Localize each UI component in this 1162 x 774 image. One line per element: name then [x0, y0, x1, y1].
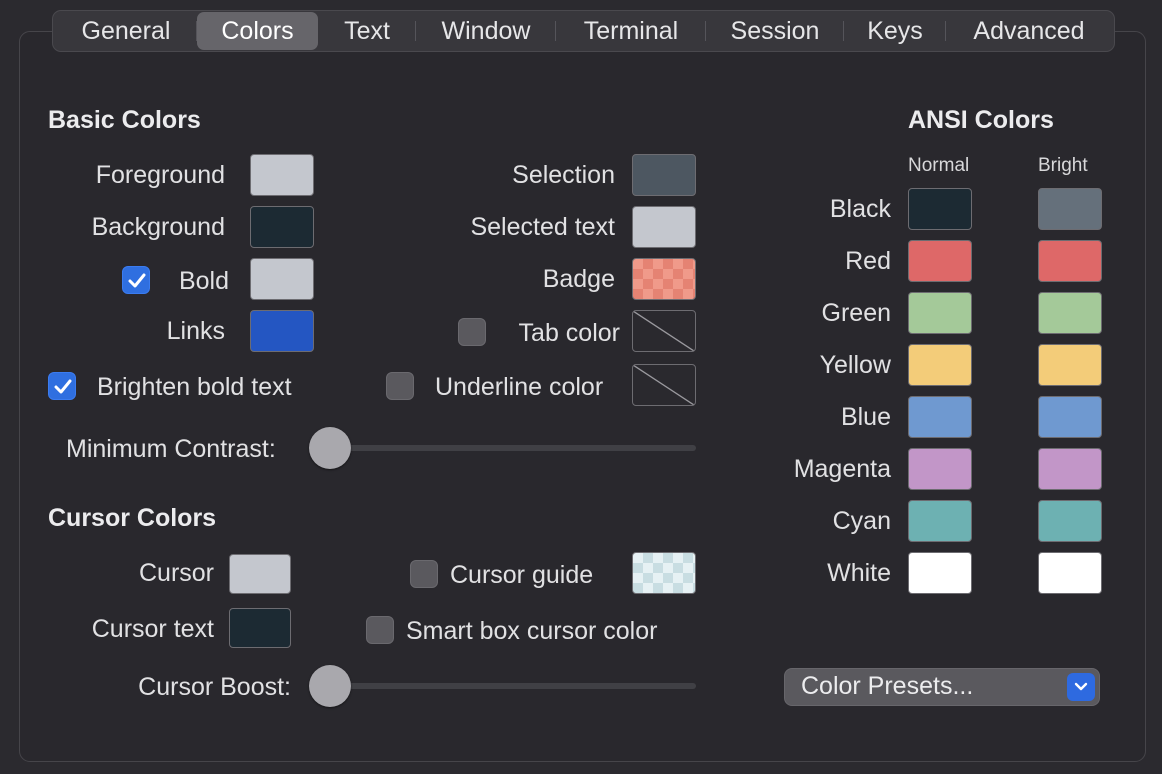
foreground-label: Foreground: [95, 161, 225, 189]
smart-box-cursor-label: Smart box cursor color: [406, 617, 658, 645]
color-presets-label: Color Presets...: [801, 672, 974, 700]
smart-box-cursor-checkbox[interactable]: [366, 616, 394, 644]
ansi-magenta-label: Magenta: [793, 455, 891, 483]
color-presets-popup[interactable]: Color Presets...: [784, 668, 1100, 706]
bold-label: Bold: [178, 267, 229, 295]
cursor-boost-knob[interactable]: [309, 665, 351, 707]
selected-text-color-well[interactable]: [632, 206, 696, 248]
ansi-green-label: Green: [821, 299, 891, 327]
ansi-normal-header: Normal: [908, 155, 970, 176]
ansi-cyan-bright-well[interactable]: [1038, 500, 1102, 542]
checkmark-icon: [128, 273, 146, 288]
brighten-bold-label: Brighten bold text: [97, 373, 292, 401]
bold-color-well[interactable]: [250, 258, 314, 300]
tab-colors[interactable]: Colors: [197, 12, 318, 50]
ansi-blue-bright-well[interactable]: [1038, 396, 1102, 438]
basic-colors-heading: Basic Colors: [48, 106, 201, 134]
badge-color-well[interactable]: [632, 258, 696, 300]
underline-color-checkbox[interactable]: [386, 372, 414, 400]
ansi-yellow-normal-well[interactable]: [908, 344, 972, 386]
foreground-color-well[interactable]: [250, 154, 314, 196]
ansi-blue-label: Blue: [840, 403, 891, 431]
brighten-bold-checkbox[interactable]: [48, 372, 76, 400]
ansi-red-bright-well[interactable]: [1038, 240, 1102, 282]
ansi-black-label: Black: [829, 195, 891, 223]
cursor-boost-label: Cursor Boost:: [138, 673, 291, 701]
cursor-text-color-well[interactable]: [229, 608, 291, 648]
cursor-guide-color-well[interactable]: [632, 552, 696, 594]
tab-color-label: Tab color: [518, 319, 620, 347]
cursor-boost-track[interactable]: [330, 683, 696, 689]
ansi-colors-heading: ANSI Colors: [908, 106, 1054, 134]
ansi-red-label: Red: [845, 247, 891, 275]
ansi-black-normal-well[interactable]: [908, 188, 972, 230]
ansi-white-label: White: [827, 559, 891, 587]
minimum-contrast-knob[interactable]: [309, 427, 351, 469]
cursor-color-well[interactable]: [229, 554, 291, 594]
tab-window[interactable]: Window: [416, 12, 556, 50]
ansi-cyan-normal-well[interactable]: [908, 500, 972, 542]
cursor-text-label: Cursor text: [91, 615, 214, 643]
tab-advanced[interactable]: Advanced: [946, 12, 1112, 50]
tab-keys[interactable]: Keys: [844, 12, 946, 50]
bold-checkbox[interactable]: [122, 266, 150, 294]
badge-label: Badge: [542, 265, 615, 293]
tab-color-well[interactable]: [632, 310, 696, 352]
no-color-icon: [633, 365, 695, 405]
minimum-contrast-track[interactable]: [330, 445, 696, 451]
tab-text[interactable]: Text: [318, 12, 416, 50]
background-label: Background: [91, 213, 225, 241]
background-color-well[interactable]: [250, 206, 314, 248]
ansi-green-bright-well[interactable]: [1038, 292, 1102, 334]
ansi-yellow-label: Yellow: [819, 351, 891, 379]
cursor-label: Cursor: [138, 559, 214, 587]
no-color-icon: [633, 311, 695, 351]
tab-general[interactable]: General: [55, 12, 197, 50]
tab-bar: General Colors Text Window Terminal Sess…: [52, 10, 1115, 52]
links-color-well[interactable]: [250, 310, 314, 352]
tab-terminal[interactable]: Terminal: [556, 12, 706, 50]
ansi-bright-header: Bright: [1038, 155, 1088, 176]
ansi-cyan-label: Cyan: [832, 507, 891, 535]
selected-text-label: Selected text: [470, 213, 615, 241]
cursor-guide-checkbox[interactable]: [410, 560, 438, 588]
ansi-red-normal-well[interactable]: [908, 240, 972, 282]
cursor-colors-heading: Cursor Colors: [48, 504, 217, 532]
selection-color-well[interactable]: [632, 154, 696, 196]
ansi-blue-normal-well[interactable]: [908, 396, 972, 438]
ansi-magenta-bright-well[interactable]: [1038, 448, 1102, 490]
cursor-guide-label: Cursor guide: [450, 561, 594, 589]
links-label: Links: [166, 317, 225, 345]
ansi-white-bright-well[interactable]: [1038, 552, 1102, 594]
chevron-down-icon: [1067, 673, 1095, 701]
ansi-magenta-normal-well[interactable]: [908, 448, 972, 490]
tab-session[interactable]: Session: [706, 12, 844, 50]
selection-label: Selection: [512, 161, 615, 189]
checkmark-icon: [54, 379, 72, 394]
ansi-yellow-bright-well[interactable]: [1038, 344, 1102, 386]
ansi-black-bright-well[interactable]: [1038, 188, 1102, 230]
ansi-white-normal-well[interactable]: [908, 552, 972, 594]
ansi-green-normal-well[interactable]: [908, 292, 972, 334]
underline-color-well[interactable]: [632, 364, 696, 406]
underline-color-label: Underline color: [435, 373, 604, 401]
minimum-contrast-label: Minimum Contrast:: [66, 435, 276, 463]
tab-color-checkbox[interactable]: [458, 318, 486, 346]
